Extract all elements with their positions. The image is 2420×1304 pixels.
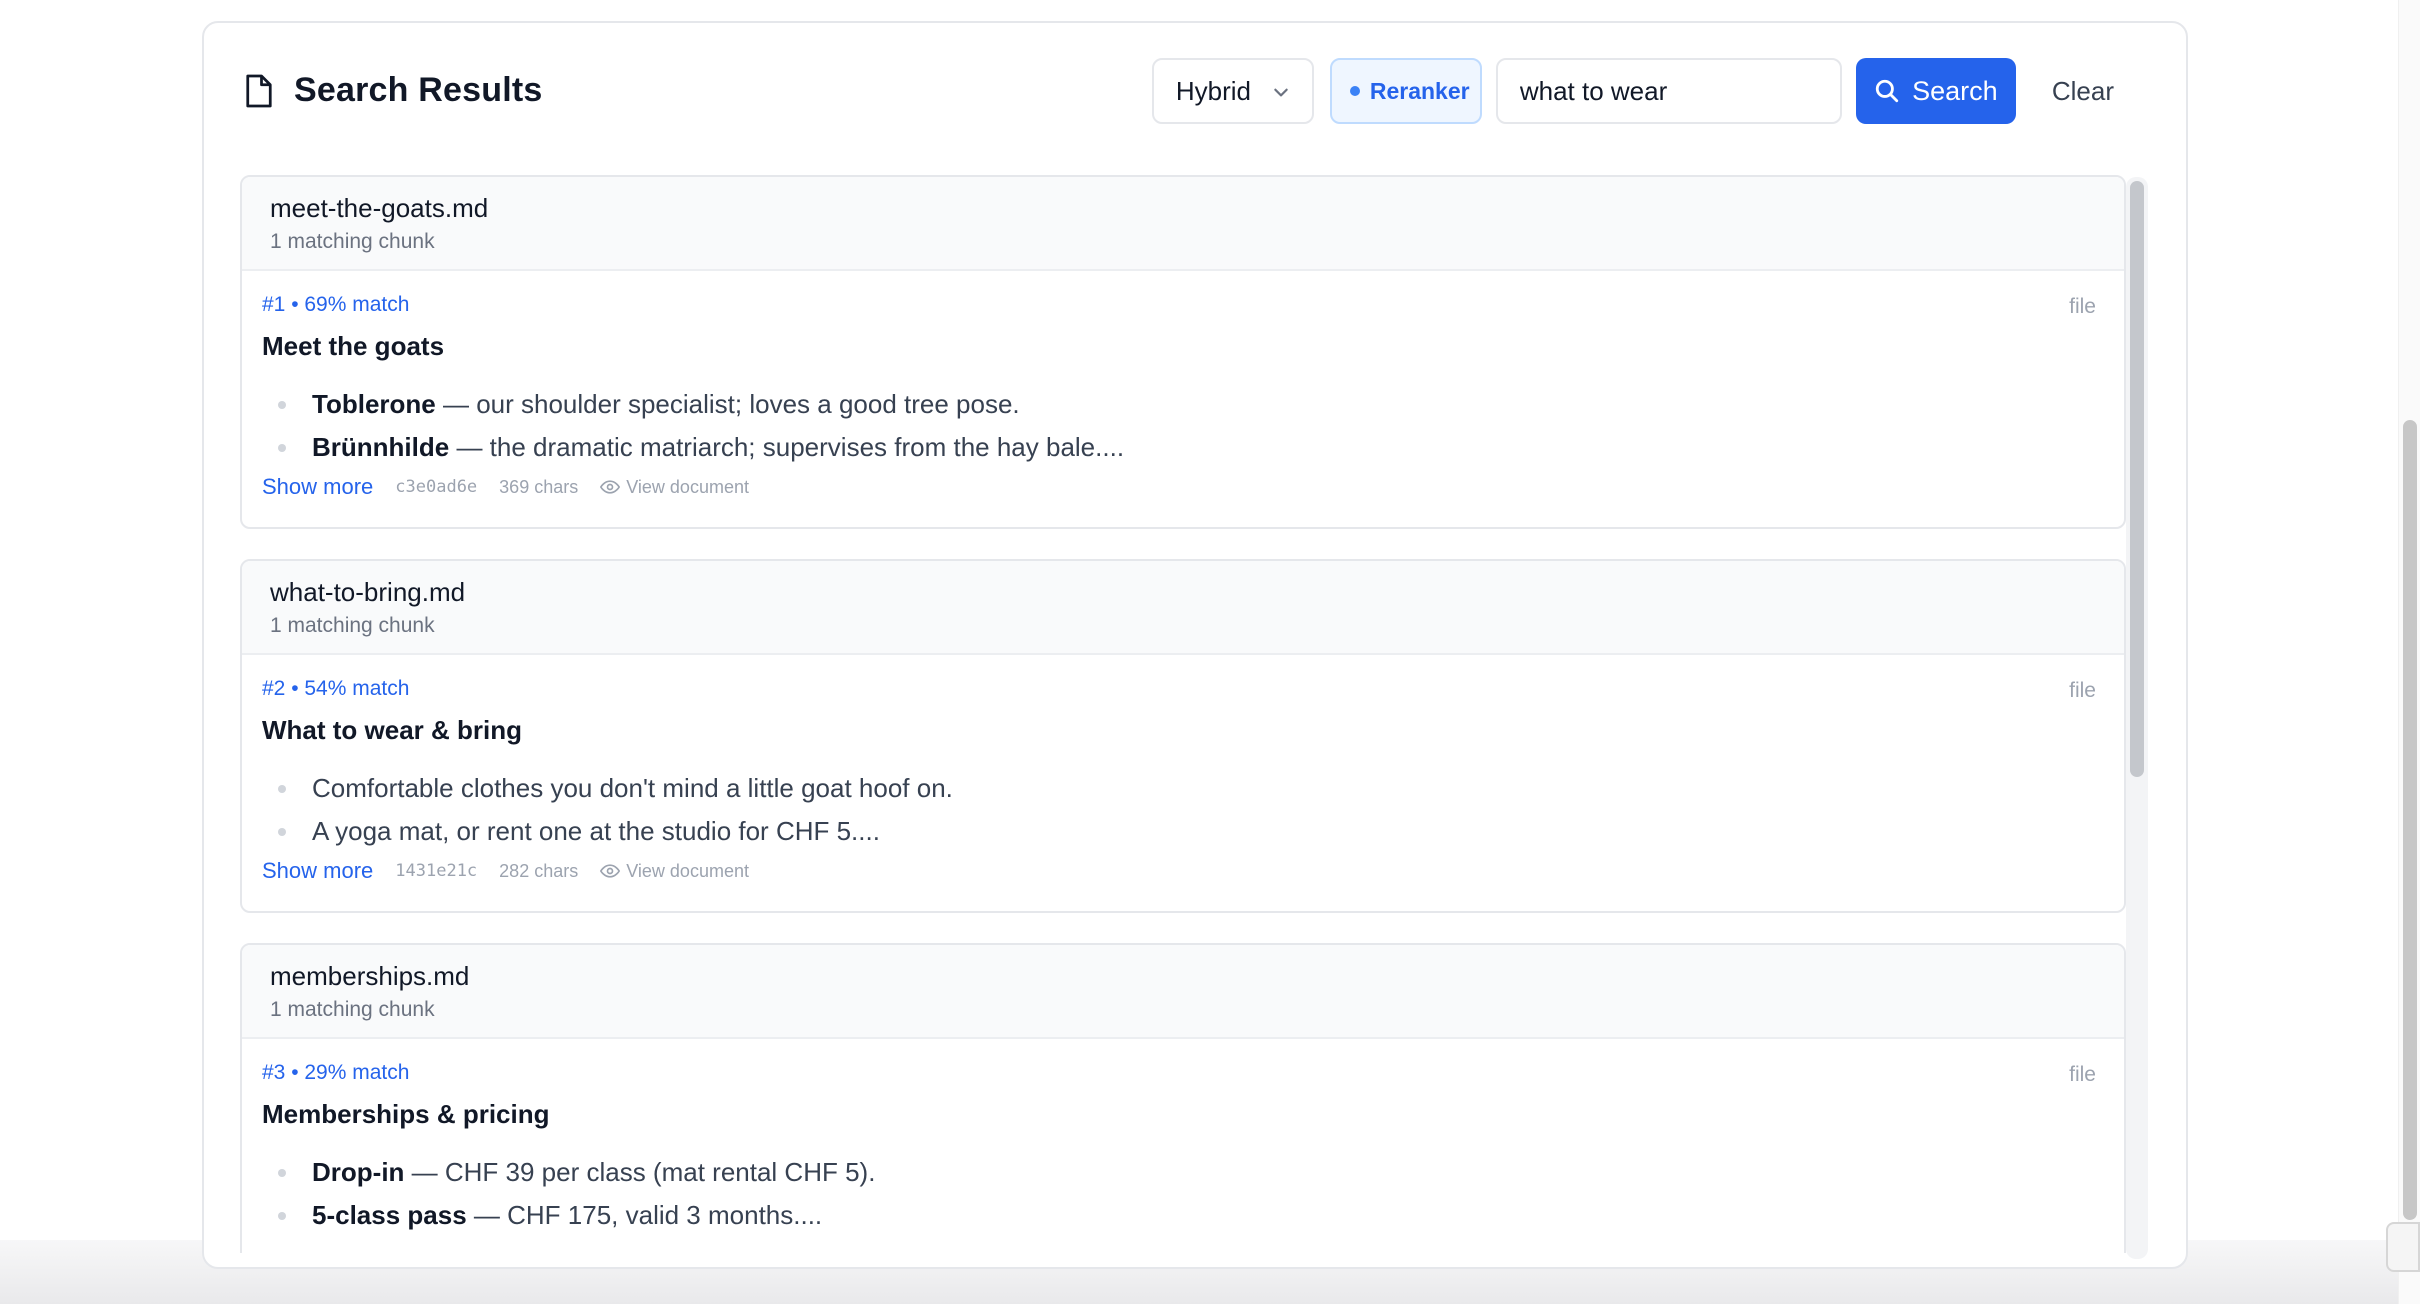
reranker-status-dot <box>1349 86 1360 96</box>
results-list[interactable]: meet-the-goats.md 1 matching chunk #1 • … <box>240 153 2126 1253</box>
search-mode-value: Hybrid <box>1175 75 1251 106</box>
chunk-title: Memberships & pricing <box>262 1099 550 1129</box>
chunk-title: What to wear & bring <box>262 715 522 745</box>
page-scrollbar[interactable] <box>2398 0 2420 1304</box>
chunk-meta: Show more 1431e21c 282 chars View docume… <box>262 858 2104 884</box>
list-item: A yoga mat, or rent one at the studio fo… <box>262 815 2104 858</box>
match-score: #2 • 54% match <box>262 677 410 700</box>
show-more-link[interactable]: Show more <box>262 858 373 884</box>
chunk-hash: c3e0ad6e <box>395 477 478 497</box>
result-chunk: #2 • 54% match file What to wear & bring… <box>242 655 2124 884</box>
result-file-name: what-to-bring.md <box>270 577 466 607</box>
match-score: #1 • 69% match <box>262 293 410 316</box>
bullet-text: — the dramatic matriarch; supervises fro… <box>449 432 1125 462</box>
panel-header: Search Results Hybrid Reranker Search <box>204 23 2186 163</box>
result-card: meet-the-goats.md 1 matching chunk #1 • … <box>240 175 2126 529</box>
chunk-title: Meet the goats <box>262 331 445 361</box>
title-group: Search Results <box>244 71 542 110</box>
result-chunk: #1 • 69% match file Meet the goats Toble… <box>242 271 2124 500</box>
result-card-header: what-to-bring.md 1 matching chunk <box>242 561 2124 655</box>
result-chunk: #3 • 29% match file Memberships & pricin… <box>242 1039 2124 1242</box>
view-document-label: View document <box>626 860 749 881</box>
result-card: what-to-bring.md 1 matching chunk #2 • 5… <box>240 559 2126 913</box>
search-button[interactable]: Search <box>1855 58 2016 124</box>
page-scrollbar-thumb[interactable] <box>2403 420 2417 1220</box>
chunk-hash: 1431e21c <box>395 861 478 881</box>
bullet-text: Comfortable clothes you don't mind a lit… <box>312 773 953 803</box>
chunk-bullets: Comfortable clothes you don't mind a lit… <box>262 772 2104 858</box>
bullet-text: — our shoulder specialist; loves a good … <box>435 389 1020 419</box>
result-file-name: memberships.md <box>270 961 470 991</box>
list-item: Brünnhilde — the dramatic matriarch; sup… <box>262 431 2104 474</box>
result-chunk-count: 1 matching chunk <box>270 998 435 1021</box>
search-button-label: Search <box>1912 75 1998 106</box>
source-tag: file <box>2069 295 2096 318</box>
bullet-strong: Brünnhilde <box>312 432 450 462</box>
bullet-strong: Drop-in <box>312 1157 405 1187</box>
chevron-down-icon <box>1274 88 1288 97</box>
source-tag: file <box>2069 1063 2096 1086</box>
clear-button[interactable]: Clear <box>2036 58 2130 124</box>
result-file-name: meet-the-goats.md <box>270 193 489 223</box>
bullet-text: — CHF 175, valid 3 months.... <box>466 1200 823 1230</box>
bullet-text: A yoga mat, or rent one at the studio fo… <box>312 816 880 846</box>
view-document-link[interactable]: View document <box>600 861 749 882</box>
eye-icon <box>600 864 621 878</box>
reranker-label: Reranker <box>1369 77 1470 104</box>
list-item: Drop-in — CHF 39 per class (mat rental C… <box>262 1156 2104 1199</box>
results-scrollbar[interactable] <box>2126 177 2148 1259</box>
eye-icon <box>600 480 621 494</box>
search-icon <box>1875 79 1899 103</box>
chunk-meta: Show more c3e0ad6e 369 chars View docume… <box>262 474 2104 500</box>
list-item: 5-class pass — CHF 175, valid 3 months..… <box>262 1199 2104 1242</box>
search-results-panel: Search Results Hybrid Reranker Search <box>202 21 2188 1269</box>
result-card-header: meet-the-goats.md 1 matching chunk <box>242 177 2124 271</box>
results-scrollbar-thumb[interactable] <box>2130 181 2144 777</box>
list-item: Toblerone — our shoulder specialist; lov… <box>262 388 2104 431</box>
result-chunk-count: 1 matching chunk <box>270 230 435 253</box>
page-title: Search Results <box>294 71 543 109</box>
view-document-link[interactable]: View document <box>600 477 749 498</box>
bullet-strong: Toblerone <box>312 389 436 419</box>
bullet-strong: 5-class pass <box>312 1200 467 1230</box>
reranker-toggle[interactable]: Reranker <box>1329 58 1482 124</box>
chunk-bullets: Drop-in — CHF 39 per class (mat rental C… <box>262 1156 2104 1242</box>
chunk-char-count: 282 chars <box>499 860 579 881</box>
match-score: #3 • 29% match <box>262 1061 410 1084</box>
result-card-header: memberships.md 1 matching chunk <box>242 945 2124 1039</box>
floating-corner-widget[interactable] <box>2386 1222 2420 1272</box>
list-item: Comfortable clothes you don't mind a lit… <box>262 772 2104 815</box>
chunk-bullets: Toblerone — our shoulder specialist; lov… <box>262 388 2104 474</box>
bullet-text: — CHF 39 per class (mat rental CHF 5). <box>404 1157 876 1187</box>
search-mode-select[interactable]: Hybrid <box>1151 58 1314 124</box>
result-card: memberships.md 1 matching chunk #3 • 29%… <box>240 943 2126 1253</box>
chunk-char-count: 369 chars <box>499 476 579 497</box>
show-more-link[interactable]: Show more <box>262 474 373 500</box>
search-input[interactable] <box>1495 58 1842 124</box>
file-icon <box>246 74 272 107</box>
view-document-label: View document <box>626 476 749 497</box>
result-chunk-count: 1 matching chunk <box>270 614 435 637</box>
source-tag: file <box>2069 679 2096 702</box>
search-controls: Hybrid Reranker Search Clear <box>1151 58 2130 124</box>
